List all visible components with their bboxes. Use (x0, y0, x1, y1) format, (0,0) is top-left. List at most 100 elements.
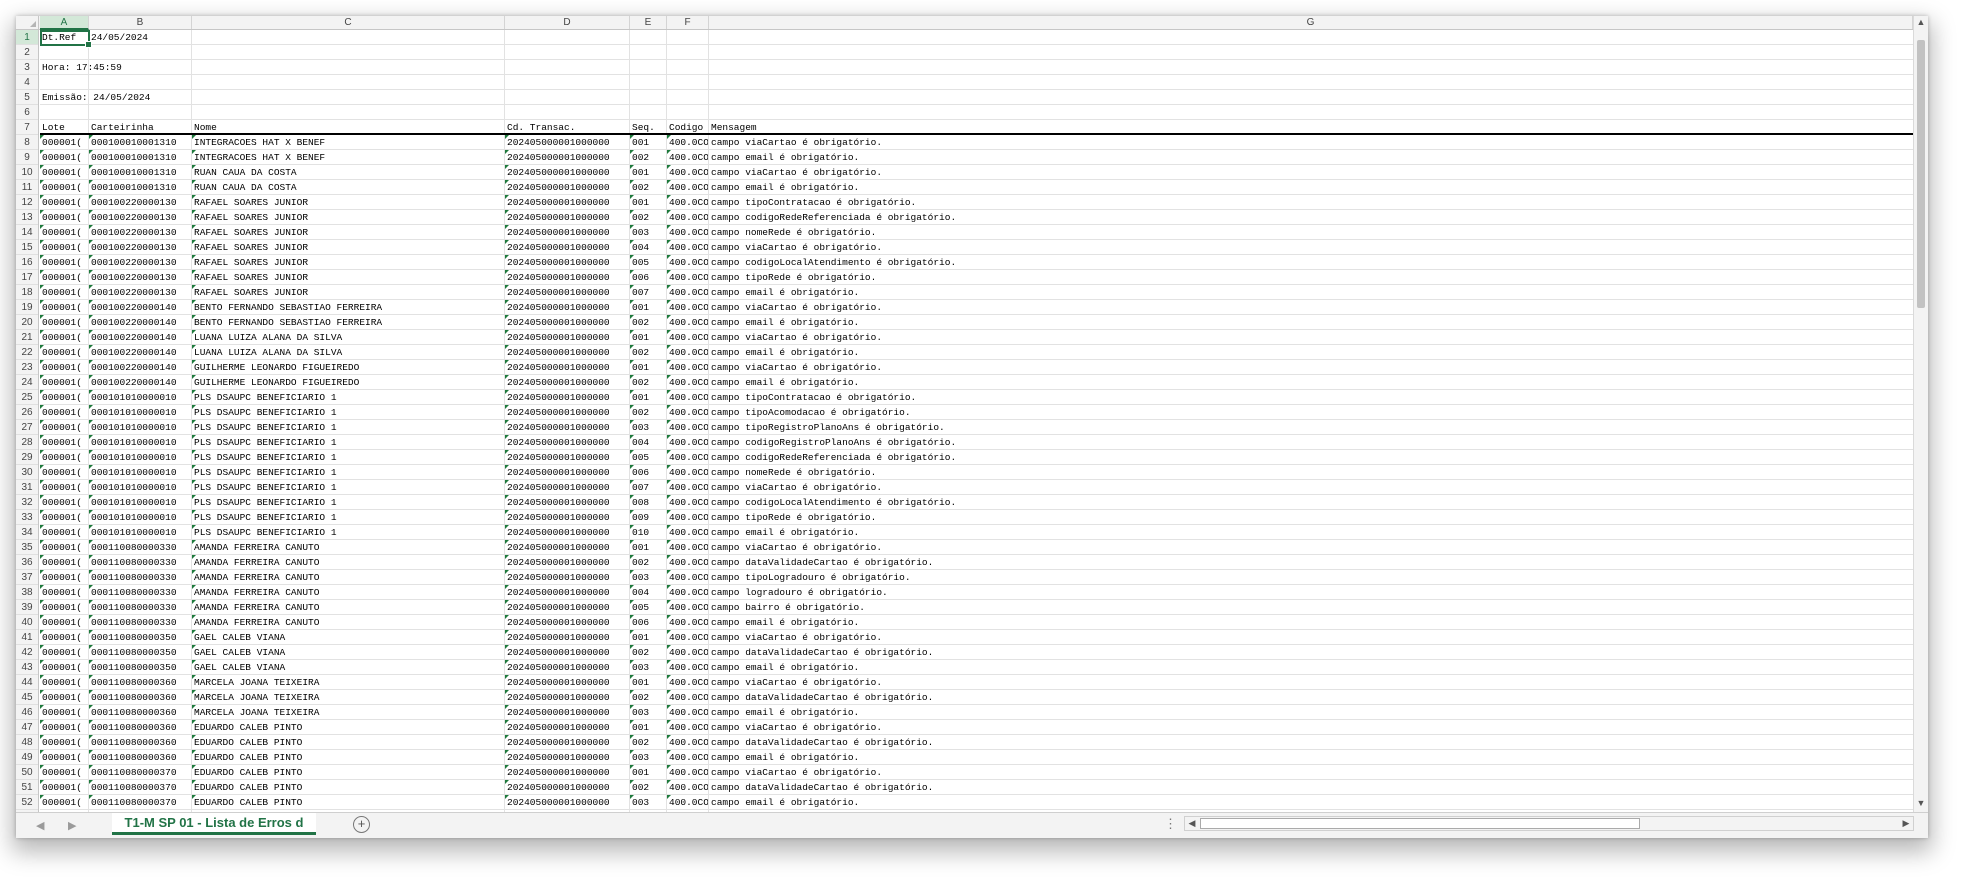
column-header-f[interactable]: F (667, 16, 709, 29)
data-cell[interactable]: 202405000001000000 (505, 405, 629, 420)
data-cell[interactable]: campo tipoContratacao é obrigatório. (709, 195, 1909, 210)
data-cell[interactable]: 001 (630, 390, 666, 405)
data-cell[interactable]: 000101010000010 (89, 435, 191, 450)
data-cell[interactable]: 000001( (40, 690, 88, 705)
data-cell[interactable]: 000100010001310 (89, 150, 191, 165)
row-header[interactable]: 40 (16, 615, 38, 630)
data-cell[interactable]: 000100220000140 (89, 330, 191, 345)
data-cell[interactable]: 400.0CO (667, 510, 708, 525)
data-cell[interactable]: 000110080000360 (89, 720, 191, 735)
data-cell[interactable]: 004 (630, 435, 666, 450)
data-cell[interactable]: campo email é obrigatório. (709, 285, 1909, 300)
vertical-scroll-thumb[interactable] (1917, 40, 1925, 308)
data-cell[interactable]: campo viaCartao é obrigatório. (709, 360, 1909, 375)
data-cell[interactable]: 000001( (40, 405, 88, 420)
row-header[interactable]: 48 (16, 735, 38, 750)
data-cell[interactable]: 400.0CO (667, 465, 708, 480)
data-cell[interactable]: 000100220000140 (89, 345, 191, 360)
data-cell[interactable]: 202405000001000000 (505, 345, 629, 360)
data-cell[interactable]: 000001( (40, 660, 88, 675)
data-cell[interactable]: 000110080000350 (89, 630, 191, 645)
data-cell[interactable]: 003 (630, 570, 666, 585)
data-cell[interactable]: campo viaCartao é obrigatório. (709, 480, 1909, 495)
data-cell[interactable]: 202405000001000000 (505, 150, 629, 165)
data-cell[interactable]: 202405000001000000 (505, 615, 629, 630)
data-cell[interactable]: 400.0CO (667, 360, 708, 375)
data-cell[interactable]: PLS DSAUPC BENEFICIARIO 1 (192, 420, 504, 435)
data-cell[interactable]: 400.0CO (667, 690, 708, 705)
data-cell[interactable]: 400.0CO (667, 540, 708, 555)
data-cell[interactable]: 202405000001000000 (505, 165, 629, 180)
data-cell[interactable]: AMANDA FERREIRA CANUTO (192, 540, 504, 555)
row-header[interactable]: 22 (16, 345, 38, 360)
data-cell[interactable]: 000001( (40, 330, 88, 345)
data-cell[interactable]: 000100220000140 (89, 360, 191, 375)
data-cell[interactable]: GAEL CALEB VIANA (192, 630, 504, 645)
data-cell[interactable]: 400.0CO (667, 420, 708, 435)
data-cell[interactable]: 202405000001000000 (505, 735, 629, 750)
data-cell[interactable]: campo tipoLogradouro é obrigatório. (709, 570, 1909, 585)
data-cell[interactable]: 000001( (40, 540, 88, 555)
cell-b1[interactable]: 24/05/2024 (89, 30, 1289, 45)
data-cell[interactable]: 400.0CO (667, 735, 708, 750)
row-header[interactable]: 35 (16, 540, 38, 555)
data-cell[interactable]: 202405000001000000 (505, 360, 629, 375)
row-header[interactable]: 52 (16, 795, 38, 810)
data-cell[interactable]: 202405000001000000 (505, 555, 629, 570)
data-cell[interactable]: 000100220000130 (89, 195, 191, 210)
data-cell[interactable]: campo tipoRede é obrigatório. (709, 510, 1909, 525)
data-cell[interactable]: 400.0CO (667, 630, 708, 645)
row-header[interactable]: 11 (16, 180, 38, 195)
row-header[interactable]: 31 (16, 480, 38, 495)
cell-a1[interactable]: Dt.Ref (40, 30, 88, 45)
data-cell[interactable]: 400.0CO (667, 345, 708, 360)
data-cell[interactable]: 000110080000350 (89, 660, 191, 675)
data-cell[interactable]: PLS DSAUPC BENEFICIARIO 1 (192, 405, 504, 420)
data-cell[interactable]: 000100220000130 (89, 270, 191, 285)
data-cell[interactable]: 400.0CO (667, 780, 708, 795)
data-cell[interactable]: 000001( (40, 750, 88, 765)
data-cell[interactable]: 202405000001000000 (505, 375, 629, 390)
data-cell[interactable]: campo dataValidadeCartao é obrigatório. (709, 555, 1909, 570)
data-cell[interactable]: 202405000001000000 (505, 270, 629, 285)
data-cell[interactable]: 202405000001000000 (505, 570, 629, 585)
cell-a5[interactable]: Emissão: 24/05/2024 (40, 90, 1240, 105)
data-cell[interactable]: 400.0CO (667, 180, 708, 195)
data-cell[interactable]: campo viaCartao é obrigatório. (709, 135, 1909, 150)
data-cell[interactable]: 000001( (40, 150, 88, 165)
data-cell[interactable]: 000110080000360 (89, 750, 191, 765)
data-cell[interactable]: LUANA LUIZA ALANA DA SILVA (192, 345, 504, 360)
data-cell[interactable]: PLS DSAUPC BENEFICIARIO 1 (192, 525, 504, 540)
data-cell[interactable]: EDUARDO CALEB PINTO (192, 765, 504, 780)
data-cell[interactable]: 000001( (40, 375, 88, 390)
data-cell[interactable]: 000001( (40, 360, 88, 375)
data-cell[interactable]: campo codigoRedeReferenciada é obrigatór… (709, 210, 1909, 225)
data-cell[interactable]: 202405000001000000 (505, 195, 629, 210)
data-cell[interactable]: 000100220000130 (89, 210, 191, 225)
data-cell[interactable]: 400.0CO (667, 660, 708, 675)
column-header-a[interactable]: A (40, 16, 89, 30)
data-cell[interactable]: GUILHERME LEONARDO FIGUEIREDO (192, 360, 504, 375)
data-cell[interactable]: 202405000001000000 (505, 390, 629, 405)
data-cell[interactable]: INTEGRACOES HAT X BENEF (192, 150, 504, 165)
data-cell[interactable]: 000110080000330 (89, 570, 191, 585)
data-cell[interactable]: 202405000001000000 (505, 285, 629, 300)
data-cell[interactable]: campo bairro é obrigatório. (709, 600, 1909, 615)
data-cell[interactable]: 000110080000330 (89, 585, 191, 600)
data-cell[interactable]: 002 (630, 555, 666, 570)
data-cell[interactable]: 001 (630, 165, 666, 180)
cell-grid[interactable]: Dt.Ref 24/05/2024 Hora: 17:45:59 Emissão: 2… (40, 30, 1913, 812)
column-header-c[interactable]: C (192, 16, 505, 29)
data-cell[interactable]: 000101010000010 (89, 390, 191, 405)
data-cell[interactable]: 400.0CO (667, 555, 708, 570)
data-cell[interactable]: campo email é obrigatório. (709, 750, 1909, 765)
cell-a2[interactable] (40, 45, 1240, 60)
data-cell[interactable]: campo logradouro é obrigatório. (709, 585, 1909, 600)
row-header[interactable]: 46 (16, 705, 38, 720)
data-cell[interactable]: 000001( (40, 255, 88, 270)
data-cell[interactable]: 000001( (40, 465, 88, 480)
data-cell[interactable]: campo email é obrigatório. (709, 615, 1909, 630)
row-header[interactable]: 25 (16, 390, 38, 405)
data-cell[interactable]: 000001( (40, 570, 88, 585)
data-cell[interactable]: RUAN CAUA DA COSTA (192, 165, 504, 180)
